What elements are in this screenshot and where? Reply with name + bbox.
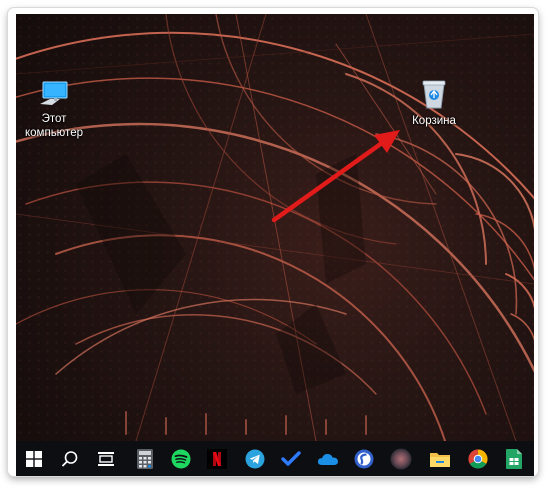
calculator-icon	[137, 448, 153, 469]
onedrive-taskbar-button[interactable]	[310, 441, 346, 476]
file-explorer-taskbar-button[interactable]	[422, 441, 458, 476]
telegram-icon	[245, 449, 265, 468]
chrome-taskbar-button[interactable]	[460, 441, 496, 476]
calculator-taskbar-button[interactable]	[127, 441, 163, 476]
todo-check-icon	[281, 450, 301, 466]
blurred-app-taskbar-button[interactable]	[383, 441, 419, 476]
onedrive-icon	[317, 453, 338, 465]
desktop[interactable]: Этот компьютер Корзина	[16, 14, 534, 441]
netflix-taskbar-button[interactable]	[199, 441, 235, 476]
search-icon	[61, 450, 78, 467]
file-explorer-icon	[430, 452, 450, 467]
simplenote-icon	[354, 449, 374, 468]
recycle-bin-icon	[422, 80, 446, 109]
netflix-icon	[207, 448, 227, 469]
app-icon	[390, 448, 412, 469]
chrome-icon	[468, 449, 488, 469]
sheets-icon	[506, 448, 522, 469]
spotify-icon	[171, 449, 191, 468]
windows-start-icon	[26, 450, 42, 467]
recycle-bin-shortcut[interactable]: Корзина	[391, 78, 477, 128]
simplenote-taskbar-button[interactable]	[346, 441, 382, 476]
task-view-button[interactable]	[88, 441, 124, 476]
telegram-taskbar-button[interactable]	[237, 441, 273, 476]
recycle-bin-label: Корзина	[412, 115, 456, 127]
search-button[interactable]	[52, 441, 88, 476]
todo-taskbar-button[interactable]	[273, 441, 309, 476]
taskbar	[16, 441, 534, 476]
this-pc-label-line1: Этот	[41, 113, 67, 125]
this-pc-label-line2: компьютер	[25, 127, 83, 139]
sheets-taskbar-button[interactable]	[496, 441, 532, 476]
this-pc-icon	[40, 81, 68, 105]
task-view-icon	[98, 451, 114, 466]
start-button[interactable]	[16, 441, 52, 476]
spotify-taskbar-button[interactable]	[163, 441, 199, 476]
this-pc-shortcut[interactable]: Этот компьютер	[16, 80, 97, 140]
